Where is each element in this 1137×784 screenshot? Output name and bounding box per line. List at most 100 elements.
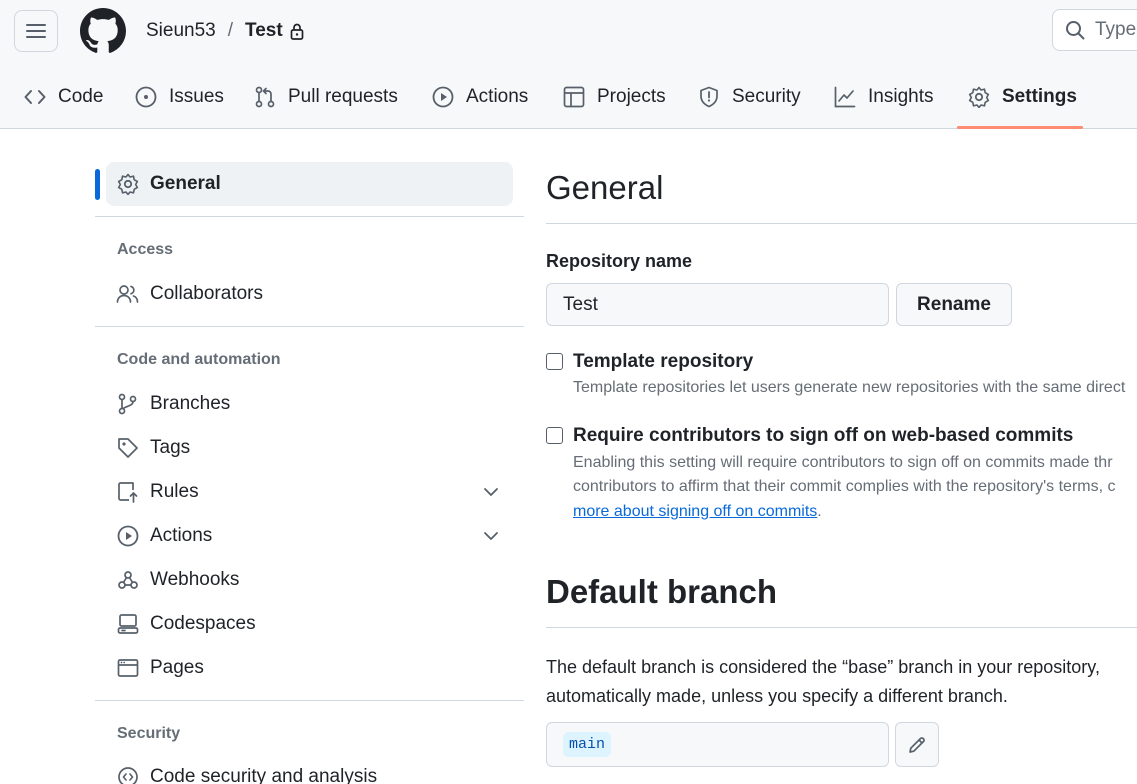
sidebar-item-label: Webhooks	[150, 569, 240, 590]
menu-button[interactable]	[14, 10, 58, 52]
search-placeholder: Type	[1095, 19, 1137, 40]
sidebar-item-label: Collaborators	[150, 283, 263, 304]
github-mark-icon	[80, 8, 126, 53]
template-repo-checkbox[interactable]	[546, 353, 563, 370]
sidebar-item-label: Codespaces	[150, 613, 256, 634]
default-branch-title: Default branch	[546, 573, 778, 610]
sidebar-divider	[95, 700, 524, 701]
hamburger-icon	[26, 24, 46, 38]
repo-name-label: Repository name	[546, 251, 693, 271]
repo-owner-link[interactable]: Sieun53	[146, 20, 216, 42]
tab-label: Pull requests	[288, 86, 398, 107]
lock-icon	[290, 23, 304, 40]
play-icon	[116, 525, 140, 547]
template-repo-title: Template repository	[573, 351, 754, 372]
tab-security[interactable]: Security	[698, 72, 801, 122]
sidebar-item-label: Pages	[150, 657, 204, 678]
webhook-icon	[116, 569, 140, 591]
table-icon	[563, 86, 585, 108]
search-input[interactable]: Type	[1052, 9, 1137, 51]
chevron-down-icon[interactable]	[483, 528, 499, 544]
browser-icon	[116, 657, 140, 679]
signoff-learn-more-link[interactable]: more about signing off on commits	[573, 503, 817, 520]
shield-icon	[698, 86, 720, 108]
repo-push-icon	[116, 481, 140, 503]
issue-opened-icon	[135, 86, 157, 108]
gear-icon	[116, 173, 140, 195]
graph-icon	[834, 86, 856, 108]
signoff-desc-line: contributors to affirm that their commit…	[573, 478, 1116, 495]
sidebar-item-label: Actions	[150, 525, 213, 546]
signoff-desc-link-line: more about signing off on commits.	[573, 500, 822, 524]
default-branch-field: main	[546, 722, 889, 767]
tab-label: Code	[58, 86, 104, 107]
tab-projects[interactable]: Projects	[563, 72, 666, 122]
sidebar-item-branches[interactable]: Branches	[106, 382, 513, 426]
title-divider	[546, 223, 1137, 224]
repo-name-link[interactable]: Test	[245, 20, 283, 42]
tab-label: Settings	[1002, 86, 1077, 107]
sidebar-item-actions[interactable]: Actions	[106, 514, 513, 558]
active-item-indicator	[95, 169, 100, 200]
sidebar-item-codespaces[interactable]: Codespaces	[106, 602, 513, 646]
tab-issues[interactable]: Issues	[135, 72, 224, 122]
sidebar-item-webhooks[interactable]: Webhooks	[106, 558, 513, 602]
repo-header: Sieun53 / Test Type Code Issues Pull req…	[0, 0, 1137, 129]
codespaces-icon	[116, 613, 140, 635]
page-title: General	[546, 169, 664, 206]
sidebar-item-collaborators[interactable]: Collaborators	[106, 272, 513, 316]
repo-name-input[interactable]: Test	[546, 283, 889, 326]
tab-label: Actions	[466, 86, 529, 107]
git-pull-request-icon	[254, 86, 276, 108]
sidebar-item-label: Code security and analysis	[150, 766, 378, 784]
tab-settings[interactable]: Settings	[968, 72, 1077, 122]
search-icon	[1066, 21, 1085, 40]
tab-code[interactable]: Code	[24, 72, 103, 122]
codescan-icon	[116, 766, 140, 784]
git-branch-icon	[116, 393, 140, 415]
description-line: The default branch is considered the “ba…	[546, 657, 1100, 677]
signoff-checkbox[interactable]	[546, 427, 563, 444]
github-logo[interactable]	[80, 8, 126, 54]
sidebar-item-general[interactable]: General	[106, 162, 513, 206]
chevron-down-icon[interactable]	[483, 484, 499, 500]
repo-tabs: Code Issues Pull requests Actions Projec…	[0, 72, 1137, 129]
breadcrumb: Sieun53 / Test	[146, 18, 304, 44]
default-branch-description: The default branch is considered the “ba…	[546, 653, 1100, 711]
edit-default-branch-button[interactable]	[895, 722, 939, 767]
sidebar-item-tags[interactable]: Tags	[106, 426, 513, 470]
settings-sidebar: General Access Collaborators Code and au…	[0, 129, 530, 784]
tab-insights[interactable]: Insights	[834, 72, 933, 122]
tab-pull-requests[interactable]: Pull requests	[254, 72, 398, 122]
signoff-desc-line: Enabling this setting will require contr…	[573, 454, 1113, 471]
sidebar-item-label: General	[150, 173, 221, 194]
template-repo-desc: Template repositories let users generate…	[573, 379, 1126, 396]
tab-label: Insights	[868, 86, 934, 107]
period-text: .	[817, 503, 822, 520]
group-title-security: Security	[117, 725, 181, 742]
play-icon	[432, 86, 454, 108]
tag-icon	[116, 437, 140, 459]
pencil-icon	[909, 736, 925, 753]
sidebar-divider	[95, 326, 524, 327]
sidebar-item-label: Branches	[150, 393, 231, 414]
description-line: automatically made, unless you specify a…	[546, 686, 1008, 706]
sidebar-item-code-security[interactable]: Code security and analysis	[106, 755, 513, 784]
rename-button[interactable]: Rename	[896, 283, 1012, 326]
sidebar-item-label: Tags	[150, 437, 191, 458]
settings-main: General Repository name Test Rename Temp…	[546, 129, 1137, 784]
code-icon	[24, 87, 46, 107]
sidebar-item-pages[interactable]: Pages	[106, 646, 513, 690]
sidebar-divider	[95, 216, 524, 217]
branch-name-badge: main	[563, 732, 612, 757]
tab-label: Issues	[169, 86, 224, 107]
sidebar-item-label: Rules	[150, 481, 199, 502]
tab-label: Projects	[597, 86, 666, 107]
default-branch-divider	[546, 627, 1137, 628]
group-title-access: Access	[117, 241, 174, 258]
group-title-code-automation: Code and automation	[117, 351, 281, 368]
tab-actions[interactable]: Actions	[432, 72, 528, 122]
people-icon	[116, 283, 140, 305]
sidebar-item-rules[interactable]: Rules	[106, 470, 513, 514]
breadcrumb-separator: /	[227, 20, 234, 41]
